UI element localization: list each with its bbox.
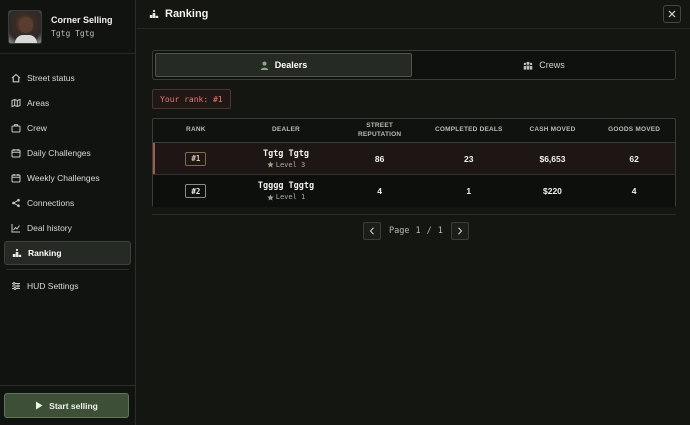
share-icon [11,198,21,208]
column-header-goods-moved: GOODS MOVED [608,126,661,134]
column-header-cash-moved: CASH MOVED [529,126,576,134]
page-indicator: Page 1 / 1 [389,226,443,236]
ranking-table: RANK DEALER STREET REPUTATION COMPLETED … [152,118,676,207]
avatar [8,9,42,44]
close-button[interactable] [663,5,681,23]
chevron-right-icon [457,226,463,235]
sidebar-item-ranking[interactable]: Ranking [4,241,131,265]
tab-label: Dealers [274,60,308,70]
play-icon [36,401,43,410]
sidebar-item-label: HUD Settings [27,281,79,291]
table-header: RANK DEALER STREET REPUTATION COMPLETED … [153,119,675,143]
profile-name: Corner Selling [51,15,113,25]
profile-header: Corner Selling Tgtg Tgtg [0,0,135,54]
dealer-level-text: Level 1 [275,193,306,201]
user-icon [260,61,268,70]
sidebar-item-hud-settings[interactable]: HUD Settings [4,274,131,298]
sidebar-item-weekly-challenges[interactable]: Weekly Challenges [4,166,131,190]
dealer-level-text: Level 3 [275,160,306,169]
column-header-dealer: DEALER [272,126,300,134]
sidebar-item-label: Deal history [27,223,72,233]
page-separator: / [426,225,432,236]
page-title: Ranking [165,8,209,20]
sidebar-item-daily-challenges[interactable]: Daily Challenges [4,141,131,165]
ranking-icon [149,9,159,18]
profile-subtitle: Tgtg Tgtg [51,29,95,38]
pagination: Page 1 / 1 [363,221,469,240]
goods-moved-value: 62 [629,153,639,164]
dealer-level: Level 3 [267,160,306,169]
close-icon [668,10,676,18]
sidebar-item-connections[interactable]: Connections [4,191,131,215]
previous-page-button[interactable] [363,221,381,240]
sidebar-item-label: Crew [27,123,47,133]
next-page-button[interactable] [450,221,469,240]
calendar-icon [11,148,21,158]
chevron-left-icon [369,226,374,235]
tab-dealers[interactable]: Dealers [155,53,412,77]
tab-label: Crews [539,60,565,70]
your-rank-badge: Your rank: #1 [152,89,231,109]
table-row[interactable]: #2 Tgggg Tggtg Level 1 4 1 $220 4 [153,175,675,207]
chart-icon [11,223,21,233]
sidebar-footer: Start selling [0,385,135,425]
column-header-completed-deals: COMPLETED DEALS [434,126,503,134]
rank-badge: #2 [185,184,207,198]
sidebar-nav: Street status Areas Crew Daily Challenge… [0,54,135,298]
sidebar-item-crew[interactable]: Crew [4,116,131,140]
page-current: 1 [415,225,421,236]
dealer-name: Tgtg Tgtg [262,148,310,159]
map-icon [11,98,21,108]
page-word: Page [389,225,410,236]
dealer-level: Level 1 [267,193,306,201]
column-header-street-reputation: STREET REPUTATION [357,122,402,138]
sidebar: Corner Selling Tgtg Tgtg Street status A… [0,0,136,425]
sidebar-item-label: Connections [27,198,75,208]
sidebar-item-label: Ranking [28,248,62,258]
page-total: 1 [437,225,443,236]
tab-crews[interactable]: Crews [415,53,673,77]
ranking-icon [12,248,22,258]
page-header: Ranking [137,0,690,29]
street-reputation-value: 4 [377,186,382,196]
start-selling-label: Start selling [49,400,98,411]
home-icon [11,73,21,83]
sidebar-item-areas[interactable]: Areas [4,91,131,115]
completed-deals-value: 1 [466,186,472,196]
sidebar-item-label: Areas [27,98,50,108]
sidebar-item-label: Street status [27,73,75,83]
main-panel: Ranking Dealers Crews Your rank: #1 RANK… [137,0,690,425]
sidebar-item-street-status[interactable]: Street status [4,66,131,90]
street-reputation-value: 86 [374,153,385,164]
star-icon [267,161,274,168]
section-divider [152,214,676,215]
table-row[interactable]: #1 Tgtg Tgtg Level 3 86 23 $6,653 62 [153,143,675,175]
crew-icon [11,123,21,133]
ranking-tabs: Dealers Crews [152,50,676,80]
cash-moved-value: $6,653 [539,153,566,164]
calendar-icon [11,173,21,183]
sliders-icon [11,281,21,291]
sidebar-item-label: Daily Challenges [27,148,91,158]
nav-divider [6,269,129,270]
rank-badge: #1 [185,151,207,166]
cash-moved-value: $220 [543,186,562,196]
start-selling-button[interactable]: Start selling [4,393,129,418]
sidebar-item-deal-history[interactable]: Deal history [4,216,131,240]
goods-moved-value: 4 [631,186,637,196]
star-icon [267,193,274,201]
dealer-name: Tgggg Tggtg [257,181,315,191]
completed-deals-value: 23 [464,153,474,164]
sidebar-item-label: Weekly Challenges [27,173,100,183]
column-header-rank: RANK [186,126,206,134]
crew-icon [523,61,533,70]
